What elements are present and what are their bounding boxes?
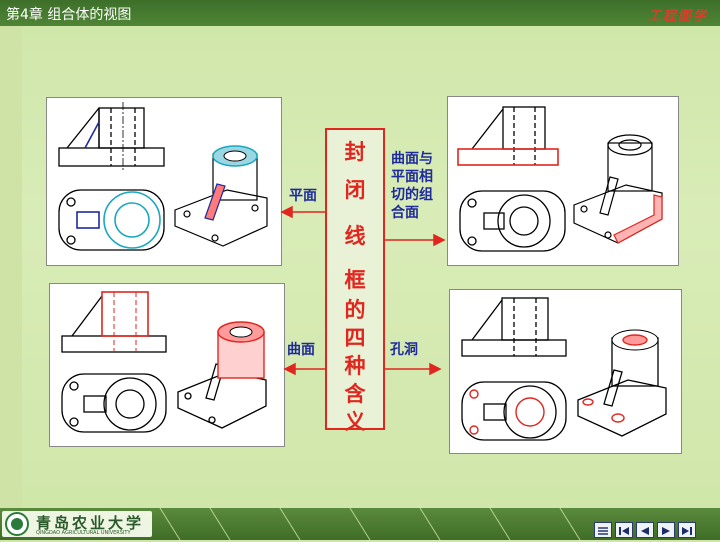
- nav-prev-button[interactable]: [636, 522, 654, 538]
- last-page-icon: [682, 527, 692, 535]
- nav-last-button[interactable]: [678, 522, 696, 538]
- nav-next-button[interactable]: [657, 522, 675, 538]
- menu-icon: [598, 527, 608, 535]
- footer-decor: [159, 508, 581, 540]
- first-page-icon: [619, 527, 629, 535]
- university-name-en: QINGDAO AGRICULTURAL UNIVERSITY: [36, 530, 131, 536]
- university-emblem-icon: [5, 512, 29, 536]
- prev-icon: [641, 527, 649, 535]
- next-icon: [662, 527, 670, 535]
- arrows: [280, 205, 446, 376]
- nav-menu-button[interactable]: [594, 522, 612, 538]
- university-logo: 青岛农业大学 QINGDAO AGRICULTURAL UNIVERSITY: [2, 511, 152, 537]
- nav-first-button[interactable]: [615, 522, 633, 538]
